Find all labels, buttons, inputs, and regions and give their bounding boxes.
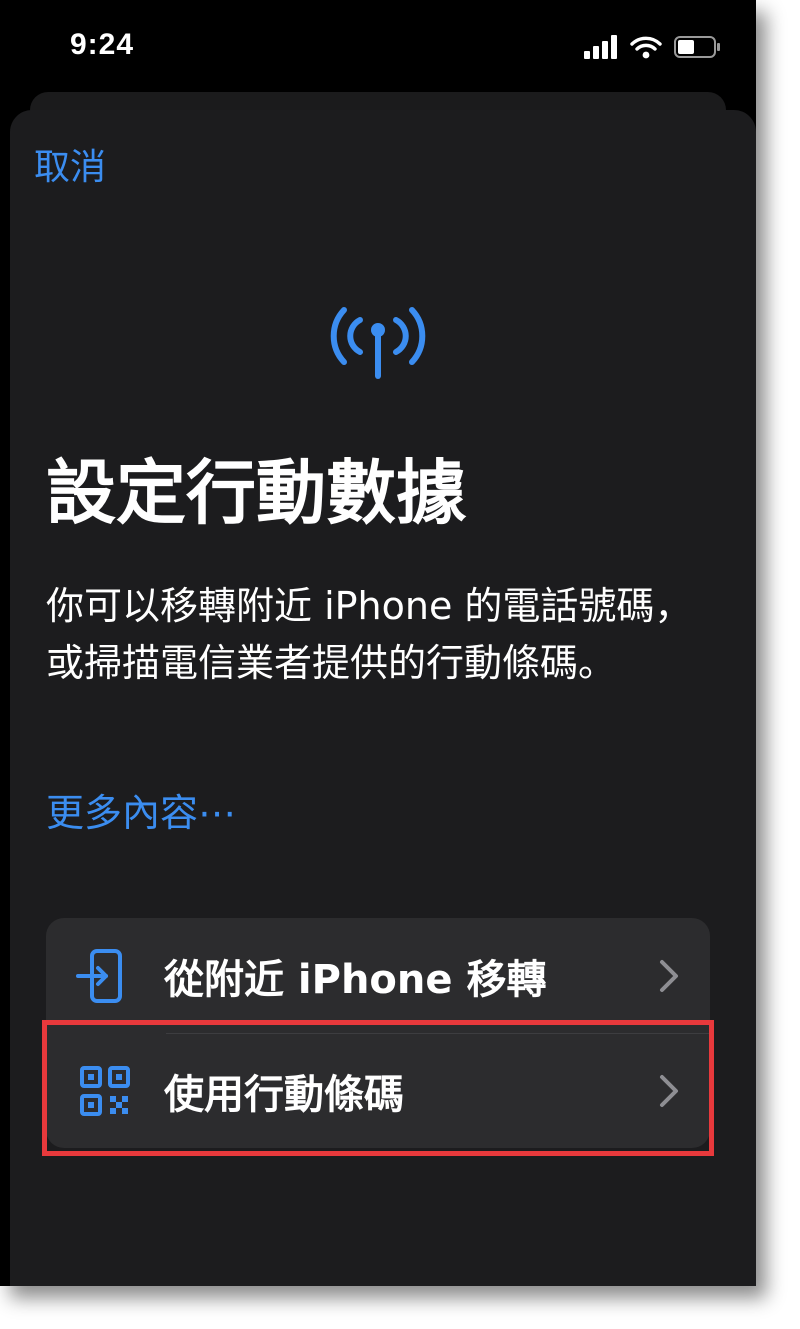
- phone-transfer-icon: [76, 948, 122, 1003]
- cellular-signal-icon: [584, 35, 617, 59]
- status-icons: [584, 32, 722, 62]
- wifi-icon: [630, 36, 662, 59]
- status-time: 9:24: [70, 28, 135, 61]
- battery-icon: [674, 36, 720, 58]
- chevron-right-icon: [660, 959, 678, 992]
- option-label: 從附近 iPhone 移轉: [164, 956, 547, 1003]
- transfer-from-nearby-iphone-row[interactable]: 從附近 iPhone 移轉: [46, 918, 710, 1033]
- page-description: 你可以移轉附近 iPhone 的電話號碼，或掃描電信業者提供的行動條碼。: [46, 584, 693, 685]
- page-title: 設定行動數據: [46, 452, 466, 534]
- learn-more-link[interactable]: 更多內容⋯: [46, 782, 236, 837]
- phone-screen: 9:24 取消 設定行動數據 你可以移轉附近 iPhone 的電話號碼，或掃描電…: [0, 0, 756, 1286]
- cancel-button[interactable]: 取消: [34, 138, 106, 190]
- antenna-signal-icon: [330, 307, 426, 379]
- highlight-box: [42, 1020, 714, 1156]
- status-bar: 9:24: [0, 0, 756, 92]
